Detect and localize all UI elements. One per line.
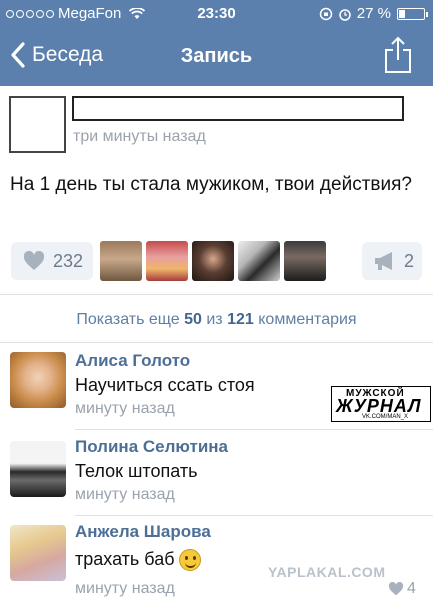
comment-text: трахать баб <box>75 549 201 572</box>
alarm-icon <box>339 8 351 21</box>
status-right: 27 % <box>319 5 428 22</box>
liker-avatar[interactable] <box>146 241 188 281</box>
likers-avatars <box>100 241 326 281</box>
like-button[interactable]: 232 <box>11 242 93 280</box>
show-more-total: 121 <box>227 311 254 328</box>
comment-timestamp: минуту назад <box>75 486 175 503</box>
smiley-emoji-icon <box>178 549 201 572</box>
author-avatar[interactable] <box>9 96 66 153</box>
repost-count: 2 <box>404 250 415 271</box>
commenter-avatar[interactable] <box>10 525 66 581</box>
comment-like-count: 4 <box>407 580 416 597</box>
show-more-shown: 50 <box>184 311 202 328</box>
author-name-redacted[interactable] <box>72 96 404 121</box>
commenter-avatar[interactable] <box>10 352 66 408</box>
commenter-name[interactable]: Полина Селютина <box>75 437 228 457</box>
rotation-lock-icon <box>319 7 333 20</box>
liker-avatar[interactable] <box>192 241 234 281</box>
show-more-prefix: Показать еще <box>76 311 180 328</box>
comment-like-button[interactable]: 4 <box>388 580 416 598</box>
post-timestamp: три минуты назад <box>73 128 206 145</box>
battery-fill <box>399 9 406 18</box>
comment-text: Телок штопать <box>75 461 198 481</box>
heart-icon <box>388 582 404 596</box>
watermark-line3: VK.COM/MAN_X <box>362 414 409 420</box>
like-count: 232 <box>53 250 84 271</box>
battery-percent: 27 % <box>356 5 391 22</box>
comment-text-content: трахать баб <box>75 549 175 569</box>
comment-item: Полина Селютина Телок штопать минуту наз… <box>0 429 433 515</box>
liker-avatar[interactable] <box>238 241 280 281</box>
repost-button[interactable]: 2 <box>362 242 422 280</box>
commenter-name[interactable]: Алиса Голото <box>75 351 190 371</box>
comment-timestamp: минуту назад <box>75 400 175 417</box>
status-bar: MegaFon 23:30 27 % <box>0 0 433 28</box>
liker-avatar[interactable] <box>284 241 326 281</box>
share-icon[interactable] <box>383 36 413 74</box>
comment-item: Анжела Шарова трахать баб минуту назад <box>0 515 433 604</box>
comment-text: Научиться ссать стоя <box>75 375 255 395</box>
site-watermark: YAPLAKAL.COM <box>268 564 386 580</box>
magazine-watermark: МУЖСКОЙ ЖУРНАЛ VK.COM/MAN_X <box>331 386 431 422</box>
commenter-name[interactable]: Анжела Шарова <box>75 522 211 542</box>
nav-bar: Беседа Запись <box>0 28 433 86</box>
battery-icon <box>397 7 428 20</box>
post-text: На 1 день ты стала мужиком, твои действи… <box>10 174 412 195</box>
commenter-avatar[interactable] <box>10 441 66 497</box>
show-more-suffix: комментария <box>258 311 357 328</box>
comment-timestamp: минуту назад <box>75 580 175 597</box>
megaphone-icon <box>375 252 392 270</box>
show-more-comments-button[interactable]: Показать еще 50 из 121 комментария <box>0 300 433 340</box>
show-more-middle: из <box>206 311 223 328</box>
page-title: Запись <box>180 45 253 67</box>
liker-avatar[interactable] <box>100 241 142 281</box>
heart-icon <box>23 251 45 270</box>
divider <box>0 294 433 295</box>
